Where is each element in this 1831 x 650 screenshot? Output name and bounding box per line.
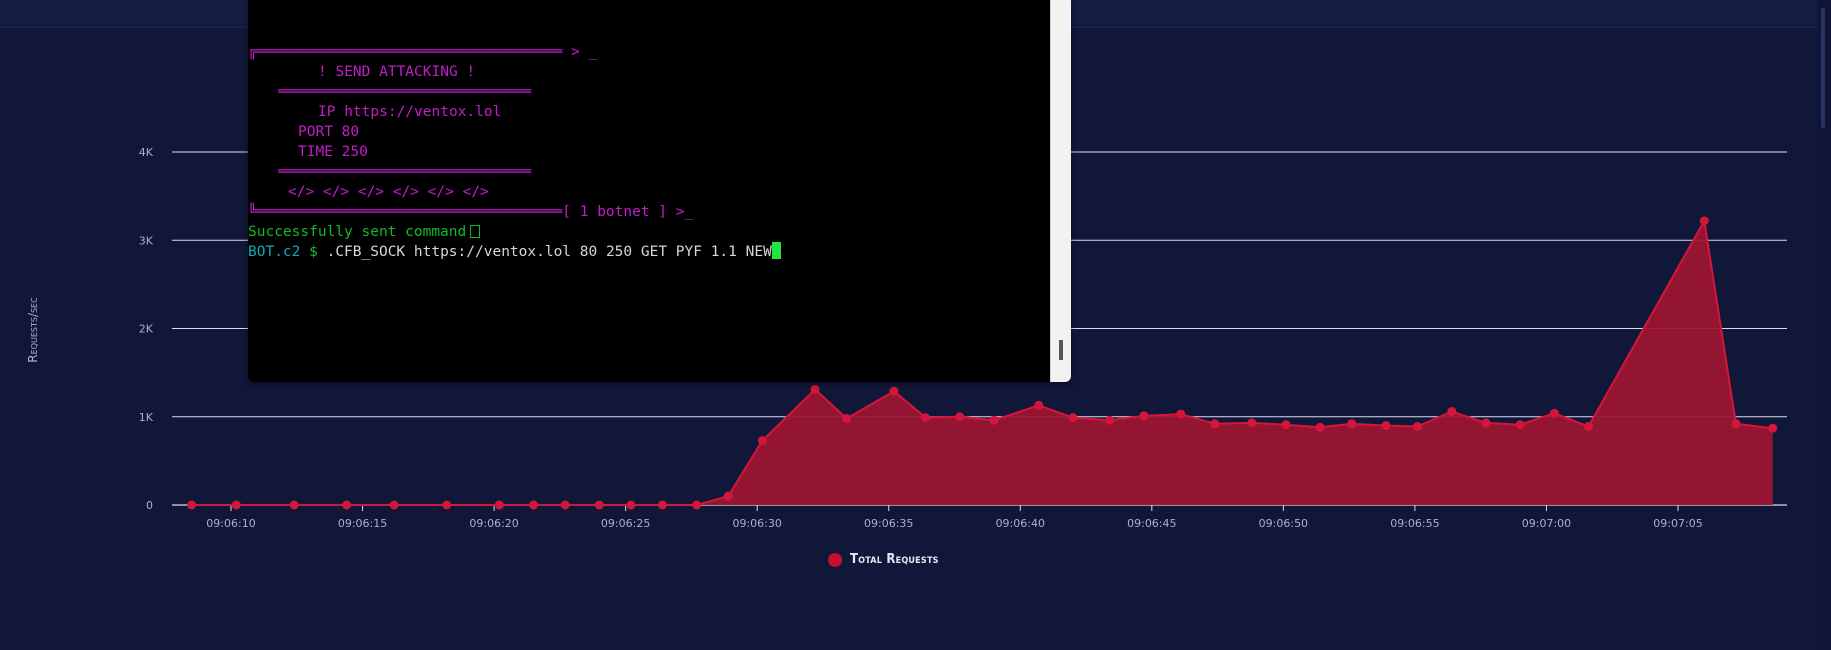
data-point[interactable] bbox=[1281, 420, 1291, 430]
data-point[interactable] bbox=[757, 436, 767, 446]
time-value: 250 bbox=[341, 144, 368, 160]
data-point[interactable] bbox=[442, 500, 452, 510]
y-tick-label: 2K bbox=[139, 323, 154, 336]
data-point[interactable] bbox=[1699, 216, 1709, 226]
x-tick-label: 09:06:50 bbox=[1259, 517, 1308, 530]
y-tick-label: 4K bbox=[139, 146, 154, 159]
data-point[interactable] bbox=[1176, 409, 1186, 419]
prompt-symbol: $ bbox=[309, 244, 318, 260]
data-point[interactable] bbox=[1139, 411, 1149, 421]
data-point[interactable] bbox=[955, 412, 965, 422]
time-label: TIME bbox=[298, 144, 333, 160]
data-point[interactable] bbox=[594, 500, 604, 510]
data-point[interactable] bbox=[1247, 418, 1257, 428]
data-point[interactable] bbox=[1068, 413, 1078, 423]
success-message: Successfully sent command bbox=[248, 224, 467, 240]
botnet-count: [ 1 botnet ] >_ bbox=[562, 204, 694, 220]
prompt-host: BOT.c2 bbox=[248, 244, 301, 260]
data-point[interactable] bbox=[1315, 422, 1325, 432]
data-point[interactable] bbox=[289, 500, 299, 510]
data-point[interactable] bbox=[1347, 419, 1357, 429]
divider-line: ═════════════════════════════ bbox=[278, 84, 532, 100]
data-point[interactable] bbox=[1768, 423, 1778, 433]
code-tags: </> </> </> </> </> </> bbox=[288, 184, 489, 200]
x-tick-label: 09:06:25 bbox=[601, 517, 650, 530]
data-point[interactable] bbox=[187, 500, 197, 510]
terminal-scrollbar-grip[interactable] bbox=[1059, 340, 1063, 360]
data-point[interactable] bbox=[1413, 421, 1423, 431]
legend-label: Total Requests bbox=[850, 552, 939, 567]
data-point[interactable] bbox=[231, 500, 241, 510]
data-point[interactable] bbox=[626, 500, 636, 510]
legend-marker bbox=[828, 552, 842, 567]
data-point[interactable] bbox=[1034, 400, 1044, 410]
data-point[interactable] bbox=[692, 500, 702, 510]
port-value: 80 bbox=[341, 124, 360, 140]
data-point[interactable] bbox=[723, 491, 733, 501]
y-tick-label: 1K bbox=[139, 411, 154, 424]
terminal-window[interactable]: ╔═══════════════════════════════════ > _… bbox=[248, 0, 1071, 382]
x-tick-label: 09:07:00 bbox=[1522, 517, 1571, 530]
x-tick-label: 09:06:45 bbox=[1127, 517, 1176, 530]
attack-title: ! SEND ATTACKING ! bbox=[318, 64, 476, 80]
banner-top-suffix: > _ bbox=[562, 44, 598, 60]
data-point[interactable] bbox=[1447, 406, 1457, 416]
time-line: TIME 250 bbox=[298, 142, 368, 162]
x-tick-label: 09:06:20 bbox=[469, 517, 518, 530]
ip-label: IP bbox=[318, 104, 336, 120]
page-scrollbar[interactable] bbox=[1817, 0, 1831, 650]
port-line: PORT 80 bbox=[298, 122, 359, 142]
data-point[interactable] bbox=[494, 500, 504, 510]
y-axis-label: Requests/sec bbox=[26, 297, 40, 363]
data-point[interactable] bbox=[1105, 415, 1115, 425]
success-line: Successfully sent command bbox=[248, 222, 481, 242]
data-point[interactable] bbox=[529, 500, 539, 510]
y-tick-label: 3K bbox=[139, 234, 154, 247]
x-tick-labels: 09:06:10 09:06:15 09:06:20 09:06:25 09:06:30… bbox=[206, 505, 1703, 530]
data-point[interactable] bbox=[657, 500, 667, 510]
ip-value: https://ventox.lol bbox=[344, 104, 502, 120]
divider-line-2: ═════════════════════════════ bbox=[278, 164, 532, 180]
data-point[interactable] bbox=[560, 500, 570, 510]
x-tick-label: 09:06:15 bbox=[338, 517, 387, 530]
data-point[interactable] bbox=[889, 386, 899, 396]
x-tick-label: 09:06:35 bbox=[864, 517, 913, 530]
sent-icon bbox=[470, 225, 481, 238]
x-tick-label: 09:06:40 bbox=[996, 517, 1045, 530]
data-point[interactable] bbox=[810, 384, 820, 394]
data-point[interactable] bbox=[1481, 418, 1491, 428]
data-point[interactable] bbox=[842, 414, 852, 424]
data-point[interactable] bbox=[1584, 421, 1594, 431]
data-point[interactable] bbox=[1210, 419, 1220, 429]
data-point[interactable] bbox=[389, 500, 399, 510]
terminal-scrollbar[interactable] bbox=[1050, 0, 1071, 382]
data-point[interactable] bbox=[989, 415, 999, 425]
x-tick-label: 09:06:10 bbox=[206, 517, 255, 530]
x-tick-label: 09:07:05 bbox=[1653, 517, 1702, 530]
data-point[interactable] bbox=[1381, 421, 1391, 431]
y-tick-label: 0 bbox=[146, 499, 153, 512]
data-point[interactable] bbox=[1549, 408, 1559, 418]
port-label: PORT bbox=[298, 124, 333, 140]
data-point[interactable] bbox=[921, 413, 931, 423]
x-tick-label: 09:06:55 bbox=[1390, 517, 1439, 530]
banner-top-line: ╔═══════════════════════════════════ > _ bbox=[248, 44, 598, 60]
data-point[interactable] bbox=[1731, 419, 1741, 429]
text-cursor bbox=[771, 242, 781, 259]
chart-legend[interactable]: Total Requests bbox=[828, 552, 939, 567]
ip-line: IP https://ventox.lol bbox=[318, 102, 501, 122]
page-scrollbar-thumb[interactable] bbox=[1821, 8, 1825, 128]
command-line[interactable]: BOT.c2 $ .CFB_SOCK https://ventox.lol 80… bbox=[248, 242, 781, 262]
command-input[interactable]: .CFB_SOCK https://ventox.lol 80 250 GET … bbox=[327, 244, 772, 260]
y-tick-labels: 0 1K 2K 3K 4K bbox=[139, 146, 154, 512]
data-point[interactable] bbox=[342, 500, 352, 510]
data-point[interactable] bbox=[1515, 420, 1525, 430]
banner-bottom-line: ╚═══════════════════════════════════[ 1 … bbox=[248, 204, 694, 220]
x-tick-label: 09:06:30 bbox=[732, 517, 781, 530]
